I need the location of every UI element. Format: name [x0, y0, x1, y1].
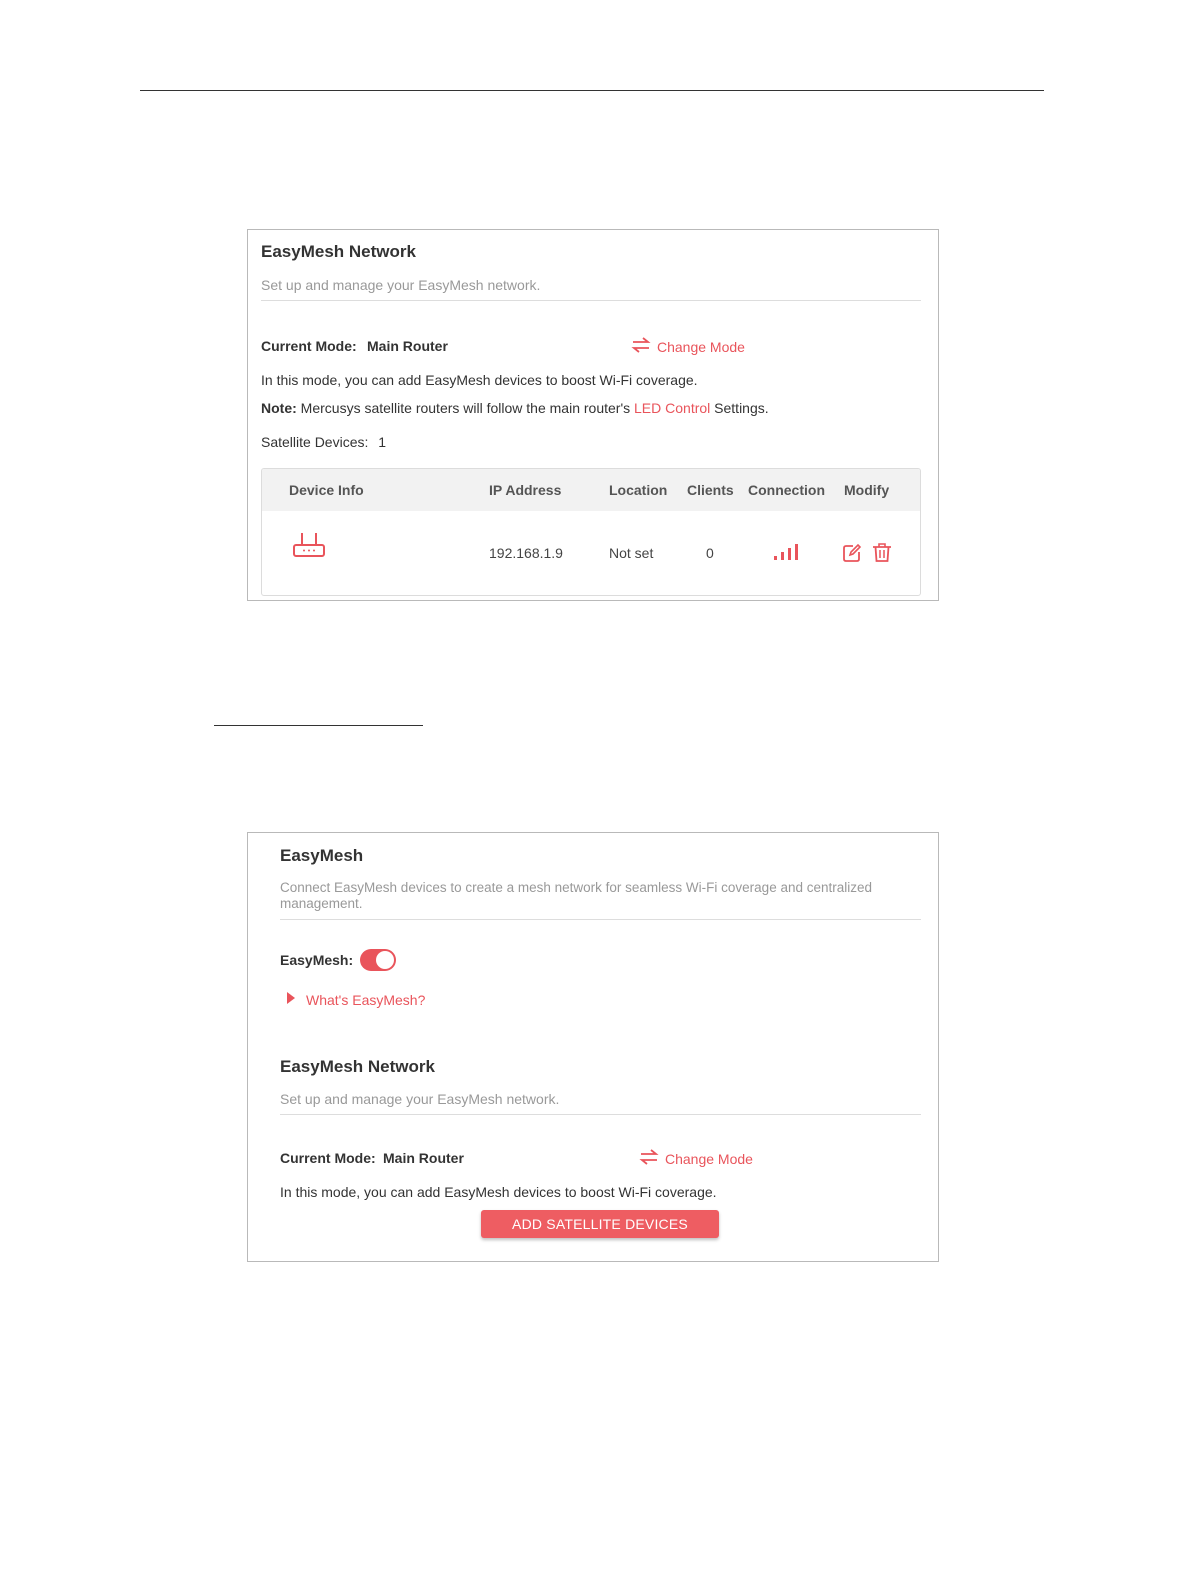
note-text: Mercusys satellite routers will follow t… — [300, 400, 631, 416]
mode-info-text: In this mode, you can add EasyMesh devic… — [261, 372, 698, 388]
header-location: Location — [609, 482, 668, 498]
panel-description: Set up and manage your EasyMesh network. — [261, 277, 541, 293]
swap-arrows-icon — [639, 1149, 659, 1168]
whats-easymesh-label: What's EasyMesh? — [306, 991, 426, 1008]
led-control-link[interactable]: LED Control — [634, 400, 710, 416]
header-connection: Connection — [748, 482, 825, 498]
header-ip-address: IP Address — [489, 482, 562, 498]
mode-info-text: In this mode, you can add EasyMesh devic… — [280, 1184, 717, 1200]
current-mode-value: Main Router — [367, 338, 448, 354]
cell-clients: 0 — [706, 545, 714, 561]
easymesh-panel: EasyMesh Connect EasyMesh devices to cre… — [247, 832, 939, 1262]
delete-icon[interactable] — [872, 542, 892, 568]
note-text-after: Settings. — [714, 400, 769, 416]
easymesh-network-panel: EasyMesh Network Set up and manage your … — [247, 229, 939, 601]
easymesh-description: Connect EasyMesh devices to create a mes… — [280, 880, 872, 912]
current-mode-label: Current Mode: — [280, 1150, 376, 1166]
satellite-devices-line: Satellite Devices: 1 — [261, 434, 386, 450]
easymesh-network-title: EasyMesh Network — [280, 1057, 435, 1076]
divider — [280, 1114, 921, 1115]
change-mode-link[interactable]: Change Mode — [639, 1149, 753, 1168]
section-heading-rule — [214, 725, 423, 726]
swap-arrows-icon — [631, 337, 651, 356]
header-device-info: Device Info — [289, 482, 364, 498]
cell-ip: 192.168.1.9 — [489, 545, 563, 561]
description-line: management. — [280, 896, 363, 911]
satellite-devices-label: Satellite Devices: — [261, 434, 369, 450]
add-satellite-devices-button[interactable]: ADD SATELLITE DEVICES — [481, 1210, 719, 1238]
divider — [280, 919, 921, 920]
change-mode-label: Change Mode — [665, 1150, 753, 1167]
easymesh-network-description: Set up and manage your EasyMesh network. — [280, 1091, 560, 1107]
change-mode-link[interactable]: Change Mode — [631, 337, 745, 356]
caret-right-icon — [286, 991, 296, 1008]
description-line: Connect EasyMesh devices to create a mes… — [280, 880, 873, 895]
satellite-devices-count: 1 — [378, 434, 387, 450]
satellite-devices-table: Device Info IP Address Location Clients … — [261, 468, 921, 596]
edit-icon[interactable] — [842, 543, 862, 568]
header-modify: Modify — [844, 482, 890, 498]
cell-location: Not set — [609, 545, 654, 561]
page-header-rule — [140, 90, 1044, 91]
panel-title: EasyMesh Network — [261, 242, 416, 261]
current-mode-value: Main Router — [383, 1150, 464, 1166]
note-line: Note: Mercusys satellite routers will fo… — [261, 400, 769, 416]
toggle-knob — [376, 951, 394, 969]
current-mode-label: Current Mode: — [261, 338, 357, 354]
easymesh-title: EasyMesh — [280, 846, 364, 865]
easymesh-toggle-label: EasyMesh: — [280, 952, 354, 968]
whats-easymesh-link[interactable]: What's EasyMesh? — [286, 991, 425, 1008]
table-header: Device Info IP Address Location Clients … — [262, 469, 920, 511]
router-icon — [292, 531, 326, 564]
easymesh-toggle[interactable] — [360, 949, 396, 971]
change-mode-label: Change Mode — [657, 338, 745, 355]
divider — [261, 300, 921, 301]
signal-bars-icon — [773, 543, 799, 566]
note-label: Note: — [261, 400, 297, 416]
header-clients: Clients — [687, 482, 734, 498]
